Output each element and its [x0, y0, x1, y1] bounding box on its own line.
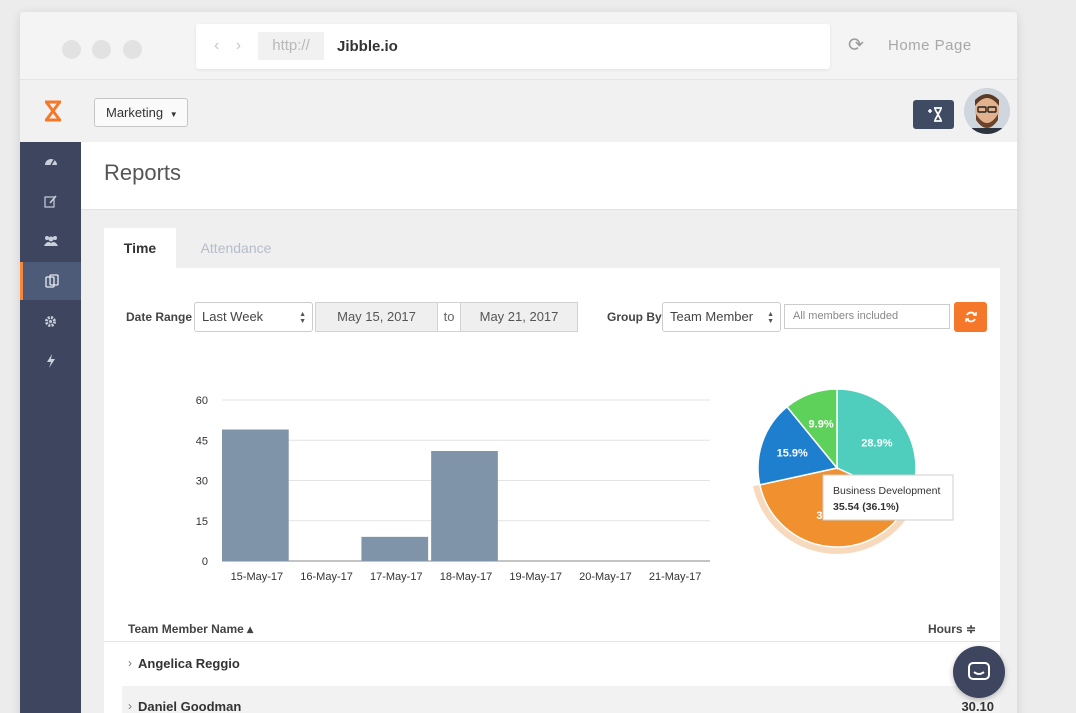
tab-time[interactable]: Time — [104, 228, 176, 268]
report-panel: Date Range Last Week ▲ ▼ May 15, 2017 to … — [104, 268, 1000, 713]
address-bar[interactable]: ‹ › http:// Jibble.io — [196, 24, 830, 69]
group-by-select[interactable]: Team Member ▲ ▼ — [662, 302, 781, 332]
url-domain: Jibble.io — [337, 38, 398, 55]
page-title: Reports — [104, 160, 182, 185]
member-name: Angelica Reggio — [138, 656, 240, 671]
hours-bar-chart: 0 15 30 45 60 15-May-17 16-May-17 17-May-17 18-M… — [196, 395, 710, 583]
select-arrows-icon: ▲ ▼ — [299, 311, 306, 325]
caret-down-icon: ▼ — [169, 110, 178, 119]
settings-icon — [45, 315, 56, 327]
sidebar-item-people[interactable] — [20, 222, 81, 260]
dashboard-icon — [44, 159, 57, 166]
team-selector-label: Marketing — [106, 105, 164, 120]
tab-attendance[interactable]: Attendance — [181, 228, 291, 268]
people-icon — [43, 236, 58, 246]
x-tick-label: 21-May-17 — [649, 571, 702, 583]
x-tick-label: 17-May-17 — [370, 571, 423, 583]
home-page-link[interactable]: Home Page — [888, 37, 972, 54]
x-tick-label: 15-May-17 — [231, 571, 284, 583]
bar[interactable] — [361, 536, 429, 561]
sidebar-item-reports[interactable] — [20, 262, 81, 300]
pie-tooltip: Business Development 35.54 (36.1%) — [822, 474, 954, 521]
slice-label: 15.9% — [777, 447, 808, 459]
tooltip-title: Business Development — [833, 485, 940, 497]
group-by-label: Group By — [607, 310, 662, 324]
tooltip-box — [822, 474, 954, 521]
end-date-field[interactable]: May 21, 2017 — [460, 302, 578, 332]
sidebar — [20, 142, 81, 713]
sidebar-item-settings[interactable] — [20, 302, 81, 340]
table-row[interactable]: › Daniel Goodman 30.10 — [122, 686, 1000, 713]
sort-by-hours-header[interactable]: Hours ≑ — [928, 622, 976, 636]
window-close-dot[interactable] — [62, 40, 81, 59]
x-tick-label: 20-May-17 — [579, 571, 632, 583]
app-header: Marketing ▼ — [20, 80, 1017, 142]
url-scheme: http:// — [258, 32, 324, 60]
sidebar-item-dashboard[interactable] — [20, 142, 81, 180]
user-avatar[interactable] — [964, 88, 1010, 134]
slice-label: 28.9% — [861, 437, 892, 449]
lightning-icon — [46, 354, 55, 368]
to-label: to — [438, 302, 460, 332]
clock-in-icon — [928, 107, 942, 122]
table-header: Team Member Name ▴ Hours ≑ — [104, 616, 1000, 642]
bar[interactable] — [222, 429, 289, 561]
browser-window: ‹ › http:// Jibble.io ⟳ Home Page Market… — [20, 12, 1017, 713]
main-content: Reports Time Attendance Date Range Last … — [81, 142, 1017, 713]
start-date-field[interactable]: May 15, 2017 — [315, 302, 438, 332]
date-range-label: Date Range — [126, 310, 193, 324]
date-range-select[interactable]: Last Week ▲ ▼ — [194, 302, 313, 332]
team-pie-chart[interactable]: 28.9%36.1%15.9%9.9%Business Development3… — [752, 388, 954, 555]
select-arrows-icon: ▲ ▼ — [767, 311, 774, 325]
clock-in-button[interactable] — [913, 100, 954, 129]
sort-by-name-header[interactable]: Team Member Name ▴ — [128, 622, 253, 636]
reports-icon — [45, 274, 59, 288]
member-hours: 30.10 — [961, 699, 994, 713]
back-forward-icon[interactable]: ‹ › — [214, 37, 247, 55]
y-tick-label: 15 — [196, 516, 208, 528]
chevron-right-icon[interactable]: › — [128, 699, 132, 713]
page-header: Reports — [81, 142, 1017, 210]
group-by-value: Team Member — [670, 309, 754, 324]
y-tick-label: 30 — [196, 476, 208, 488]
chat-launcher-button[interactable] — [953, 646, 1005, 698]
y-tick-label: 45 — [196, 435, 208, 447]
table-row[interactable]: › Angelica Reggio 16 — [122, 643, 1000, 685]
sidebar-item-timesheets[interactable] — [20, 182, 81, 220]
bar[interactable] — [431, 450, 498, 561]
charts-area: 0 15 30 45 60 15-May-17 16-May-17 17-May-17 18-M… — [196, 388, 954, 583]
reload-icon[interactable]: ⟳ — [848, 34, 864, 57]
window-maximize-dot[interactable] — [123, 40, 142, 59]
x-tick-label: 18-May-17 — [440, 571, 493, 583]
y-tick-label: 60 — [196, 395, 208, 407]
refresh-icon — [964, 311, 977, 323]
y-tick-label: 0 — [202, 556, 208, 568]
browser-toolbar: ‹ › http:// Jibble.io ⟳ Home Page — [20, 12, 1017, 80]
tooltip-value: 35.54 (36.1%) — [833, 501, 899, 513]
sidebar-item-integrations[interactable] — [20, 342, 81, 380]
x-tick-label: 16-May-17 — [300, 571, 353, 583]
x-tick-label: 19-May-17 — [509, 571, 562, 583]
refresh-button[interactable] — [954, 302, 987, 332]
jibble-logo-icon[interactable] — [42, 100, 64, 127]
window-minimize-dot[interactable] — [92, 40, 111, 59]
chevron-right-icon[interactable]: › — [128, 656, 132, 670]
edit-icon — [44, 194, 57, 208]
date-range-value: Last Week — [202, 309, 264, 324]
team-selector[interactable]: Marketing ▼ — [94, 98, 188, 127]
chat-icon — [968, 662, 990, 680]
members-filter-input[interactable]: All members included — [784, 304, 950, 329]
slice-label: 9.9% — [809, 418, 834, 430]
member-name: Daniel Goodman — [138, 699, 242, 713]
